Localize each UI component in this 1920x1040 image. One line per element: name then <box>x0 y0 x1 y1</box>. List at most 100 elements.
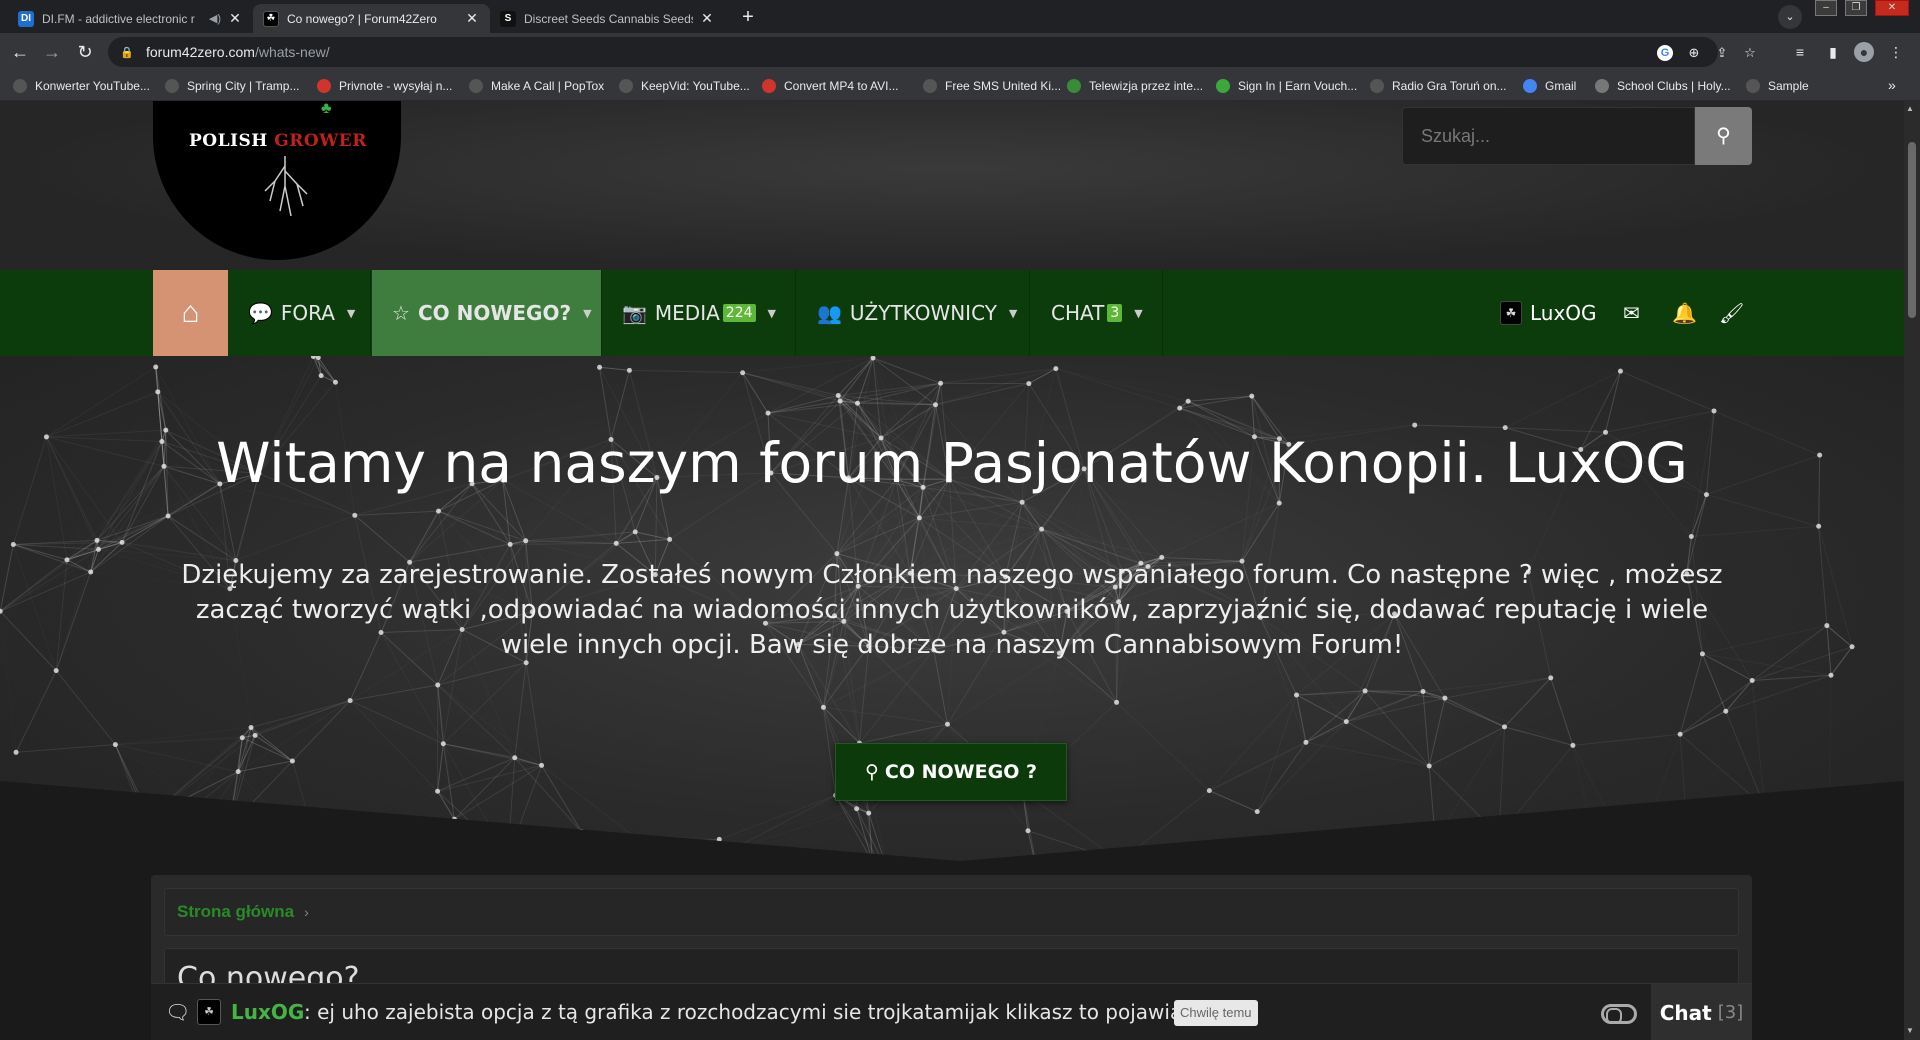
bookmark-item[interactable]: Sign In | Earn Vouch... <box>1216 77 1357 95</box>
bookmark-item[interactable]: Gmail <box>1523 77 1576 95</box>
bookmark-item[interactable]: Convert MP4 to AVI... <box>762 77 899 95</box>
users-icon: 👥 <box>817 301 842 325</box>
chat-bar: 🗨 ☘ LuxOG : ej uho zajebista opcja z tą … <box>151 983 1752 1040</box>
tab-difm[interactable]: DI DI.FM - addictive electronic r ◀) ✕ <box>8 4 253 33</box>
bookmark-item[interactable]: Free SMS United Ki... <box>923 77 1061 95</box>
chat-tab-count: [3] <box>1717 1002 1744 1023</box>
seeds-favicon-icon: S <box>500 10 516 27</box>
page-content: ♣ POLISH GROWER Szukaj... ⚲ ⌂ 💬 FORA ▼ ☆ CO… <box>0 101 1904 1040</box>
logo-text: POLISH GROWER <box>189 131 367 151</box>
reading-list-icon[interactable]: ≡ <box>1790 42 1810 62</box>
nav-label: CO NOWEGO? <box>417 301 572 325</box>
bookmark-favicon-icon <box>1216 79 1230 93</box>
nav-fora[interactable]: 💬 FORA ▼ <box>228 270 371 356</box>
bookmark-favicon-icon <box>469 79 483 93</box>
search-button[interactable]: ⚲ <box>1695 107 1752 165</box>
bookmark-label: Free SMS United Ki... <box>945 79 1062 93</box>
hero-title: Witamy na naszym forum Pasjonatów Konopi… <box>216 431 1688 495</box>
tab-search-icon[interactable]: ⌄ <box>1778 5 1802 29</box>
caret-down-icon[interactable]: ▼ <box>1134 307 1142 320</box>
menu-kebab-icon[interactable]: ⋮ <box>1886 42 1906 62</box>
chat-latest-message[interactable]: : ej uho zajebista opcja z tą grafika z … <box>304 1000 1254 1024</box>
nav-media[interactable]: 📷 MEDIA 224 ▼ <box>602 270 796 356</box>
chat-tab-button[interactable]: Chat [3] <box>1651 984 1752 1040</box>
bookmark-item[interactable]: Privnote - wysyłaj n... <box>317 77 452 95</box>
nav-label: MEDIA <box>654 301 720 325</box>
bookmark-item[interactable]: Spring City | Tramp... <box>165 77 299 95</box>
scroll-up-icon[interactable]: ▲ <box>1906 104 1914 113</box>
address-bar[interactable]: 🔒 forum42zero.com/whats-new/ G ⊕ ⇪ ☆ <box>108 37 1756 67</box>
bookmark-item[interactable]: Konwerter YouTube... <box>13 77 150 95</box>
bookmark-item[interactable]: Telewizja przez inte... <box>1067 77 1203 95</box>
chat-username[interactable]: LuxOG <box>231 1000 304 1024</box>
side-panel-icon[interactable]: ▮ <box>1823 42 1843 62</box>
breadcrumb-home-link[interactable]: Strona główna <box>177 902 294 922</box>
bookmark-label: Spring City | Tramp... <box>187 79 300 93</box>
hero-banner: Witamy na naszym forum Pasjonatów Konopi… <box>0 356 1904 880</box>
google-icon[interactable]: G <box>1657 45 1673 61</box>
comments-icon: 💬 <box>248 301 273 325</box>
bookmark-label: Sample <box>1768 79 1809 93</box>
scrollbar-thumb[interactable] <box>1908 142 1916 318</box>
mute-icon[interactable]: ◀) <box>209 12 221 25</box>
bookmark-item[interactable]: Make A Call | PopTox <box>469 77 604 95</box>
tab-title: Co nowego? | Forum42Zero <box>287 11 437 26</box>
bookmark-label: Convert MP4 to AVI... <box>784 79 899 93</box>
profile-avatar-icon[interactable]: ● <box>1854 42 1874 62</box>
style-brush-icon[interactable]: 🖌 <box>1719 270 1744 356</box>
caret-down-icon[interactable]: ▼ <box>583 307 591 320</box>
tab-title: Discreet Seeds Cannabis Seeds | <box>524 11 693 26</box>
avatar: ☘ <box>197 999 221 1025</box>
site-logo[interactable]: ♣ POLISH GROWER <box>153 101 401 260</box>
tab-discreet-seeds[interactable]: S Discreet Seeds Cannabis Seeds | ✕ <box>490 4 725 33</box>
bookmarks-more-button[interactable]: » <box>1888 77 1896 93</box>
bookmark-favicon-icon <box>762 79 776 93</box>
bookmark-item[interactable]: KeepVid: YouTube... <box>619 77 750 95</box>
back-icon[interactable]: ← <box>6 38 34 66</box>
chat-time-badge: Chwilę temu <box>1174 1000 1258 1026</box>
bell-icon[interactable]: 🔔 <box>1672 270 1697 356</box>
browser-toolbar: ← → ↻ 🔒 forum42zero.com/whats-new/ G ⊕ ⇪… <box>0 33 1920 71</box>
bookmark-item[interactable]: School Clubs | Holy... <box>1595 77 1731 95</box>
bookmark-item[interactable]: Radio Gra Toruń on... <box>1370 77 1507 95</box>
close-window-button[interactable]: ✕ <box>1875 0 1909 16</box>
share-icon[interactable]: ⇪ <box>1714 45 1730 61</box>
zoom-icon[interactable]: ⊕ <box>1686 45 1702 61</box>
caret-down-icon[interactable]: ▼ <box>347 307 355 320</box>
inbox-icon[interactable]: ✉ <box>1623 270 1640 356</box>
close-tab-icon[interactable]: ✕ <box>464 10 480 27</box>
chat-toggle-switch[interactable] <box>1601 1004 1637 1024</box>
minimize-button[interactable]: – <box>1815 0 1837 16</box>
nav-co-nowego[interactable]: ☆ CO NOWEGO? ▼ <box>372 270 602 356</box>
scroll-down-icon[interactable]: ▼ <box>1906 1026 1914 1035</box>
difm-favicon-icon: DI <box>18 10 34 27</box>
hero-text: Dziękujemy za zarejestrowanie. Zostałeś … <box>181 560 1723 660</box>
user-menu[interactable]: ☘ LuxOG <box>1500 270 1597 356</box>
caret-down-icon[interactable]: ▼ <box>1009 307 1017 320</box>
new-tab-button[interactable]: + <box>737 4 759 30</box>
close-tab-icon[interactable]: ✕ <box>227 10 243 27</box>
bookmark-item[interactable]: Sample <box>1746 77 1809 95</box>
bookmark-label: Radio Gra Toruń on... <box>1392 79 1507 93</box>
reload-icon[interactable]: ↻ <box>71 38 99 66</box>
close-tab-icon[interactable]: ✕ <box>699 10 715 27</box>
caret-down-icon[interactable]: ▼ <box>768 307 776 320</box>
bookmarks-bar: Konwerter YouTube... Spring City | Tramp.… <box>0 71 1920 101</box>
nav-label: UŻYTKOWNICY <box>849 301 997 325</box>
site-header: ♣ POLISH GROWER Szukaj... ⚲ <box>0 101 1904 270</box>
search-input[interactable]: Szukaj... <box>1402 107 1695 165</box>
whats-new-button[interactable]: ⚲ CO NOWEGO ? <box>835 743 1067 801</box>
nav-uzytkownicy[interactable]: 👥 UŻYTKOWNICY ▼ <box>797 270 1030 356</box>
bookmark-star-icon[interactable]: ☆ <box>1742 45 1758 61</box>
logo-text-polish: POLISH <box>189 131 275 151</box>
home-icon: ⌂ <box>181 296 200 329</box>
bookmark-favicon-icon <box>317 79 331 93</box>
nav-chat[interactable]: CHAT 3 ▼ <box>1031 270 1163 356</box>
forward-icon[interactable]: → <box>38 38 66 66</box>
home-button[interactable]: ⌂ <box>153 270 228 356</box>
chat-count-badge: 3 <box>1107 304 1123 322</box>
tab-forum42zero[interactable]: ☘ Co nowego? | Forum42Zero ✕ <box>253 4 490 33</box>
bookmark-favicon-icon <box>1746 79 1760 93</box>
restore-button[interactable]: ❐ <box>1845 0 1867 16</box>
chat-message-icon[interactable]: 🗨 <box>165 1000 190 1025</box>
